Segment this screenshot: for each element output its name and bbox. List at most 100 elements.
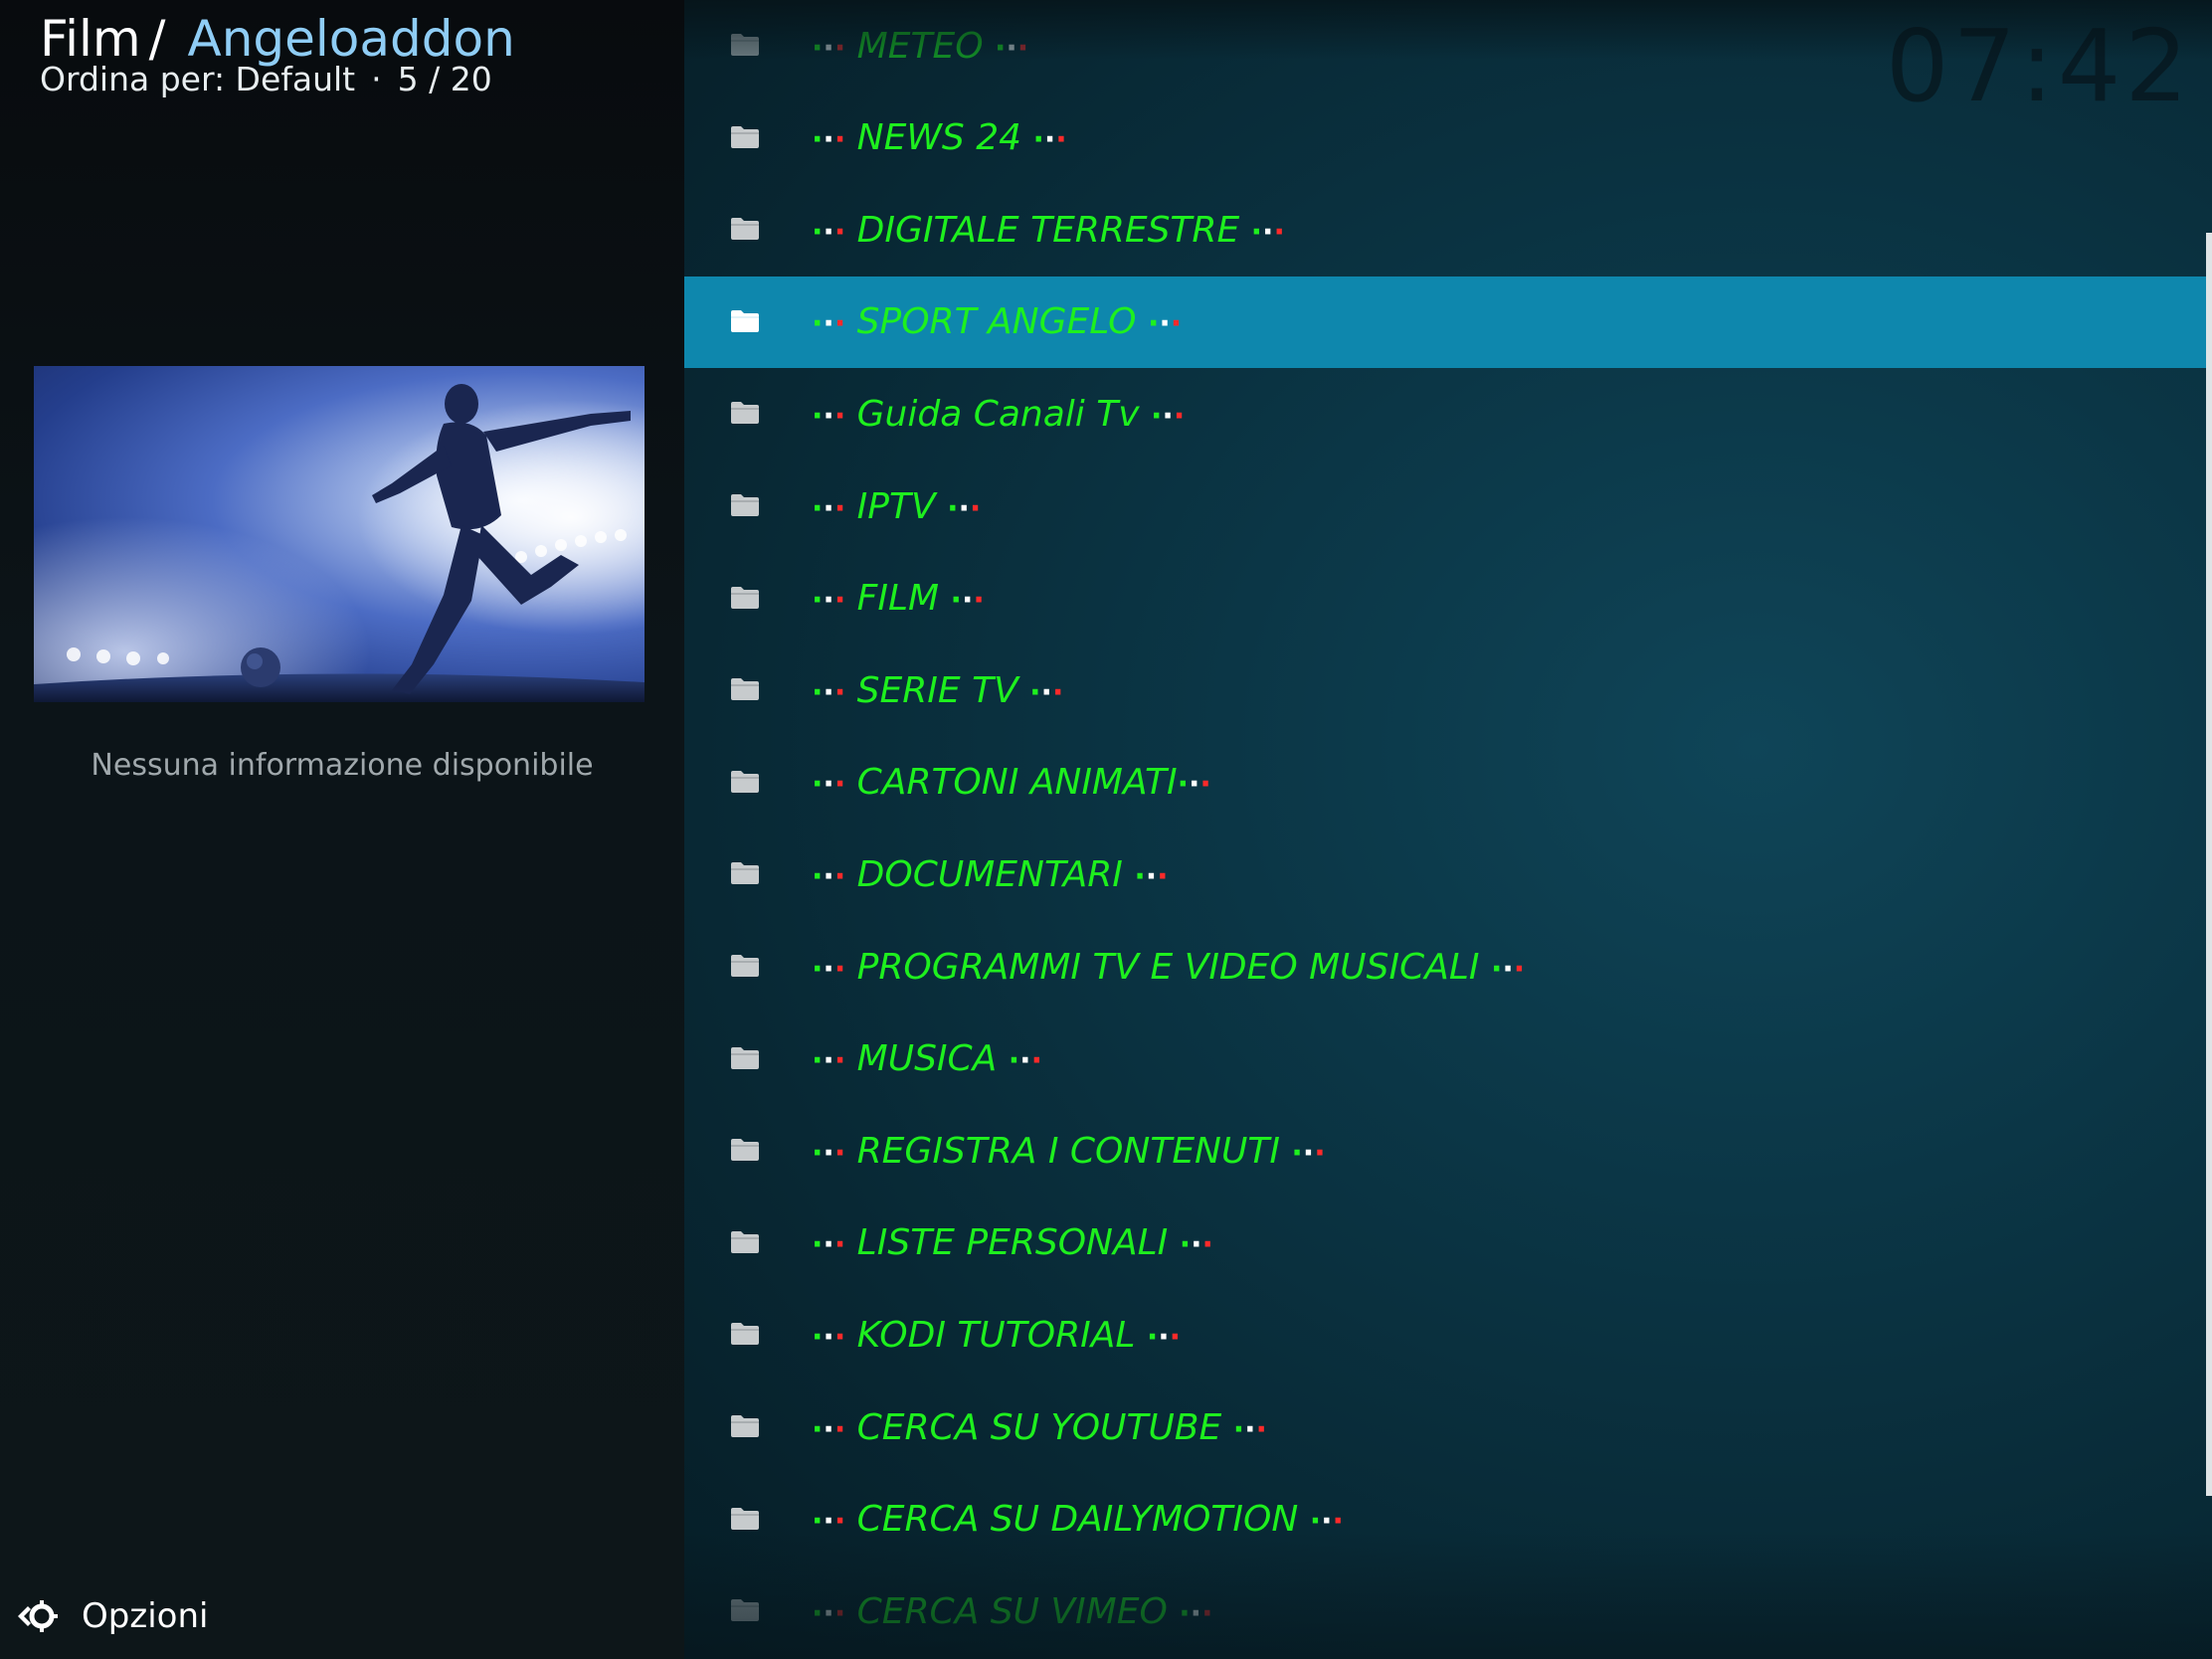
list-item[interactable]: ··· REGISTRA I CONTENUTI ··· bbox=[684, 1105, 2206, 1197]
list-item-label: PROGRAMMI TV E VIDEO MUSICALI bbox=[845, 946, 1491, 988]
folder-icon bbox=[731, 770, 759, 793]
decoration-dots: ··· bbox=[1032, 122, 1067, 158]
content-list-panel: 07:42 ··· METEO ··· ··· NEWS 24 ··· ··· DI… bbox=[684, 0, 2212, 1659]
decoration-dots: ··· bbox=[812, 398, 846, 434]
list-item[interactable]: ··· DOCUMENTARI ··· bbox=[684, 829, 2206, 920]
folder-icon bbox=[731, 678, 759, 701]
sort-info: Ordina per: Default · 5 / 20 bbox=[40, 60, 492, 98]
list-item[interactable]: ··· FILM ··· bbox=[684, 553, 2206, 645]
list-item[interactable]: ··· SERIE TV ··· bbox=[684, 645, 2206, 736]
list-item-label: DOCUMENTARI bbox=[845, 853, 1135, 895]
list-item[interactable]: ··· NEWS 24 ··· bbox=[684, 92, 2206, 184]
list-item-label-line: ··· PROGRAMMI TV E VIDEO MUSICALI ··· bbox=[812, 947, 1525, 988]
list-item-label: CERCA SU VIMEO bbox=[845, 1590, 1180, 1632]
list-item-label-line: ··· DIGITALE TERRESTRE ··· bbox=[812, 210, 1285, 251]
list-item-label: SPORT ANGELO bbox=[845, 301, 1148, 343]
list-item[interactable]: ··· LISTE PERSONALI ··· bbox=[684, 1198, 2206, 1289]
list-item[interactable]: ··· KODI TUTORIAL ··· bbox=[684, 1289, 2206, 1381]
options-label: Opzioni bbox=[82, 1596, 209, 1636]
list-item[interactable]: ··· PROGRAMMI TV E VIDEO MUSICALI ··· bbox=[684, 921, 2206, 1013]
folder-icon bbox=[731, 494, 759, 516]
decoration-dots: ··· bbox=[1179, 1227, 1213, 1263]
folder-icon bbox=[731, 586, 759, 609]
decoration-dots: ··· bbox=[1177, 767, 1211, 803]
list-item[interactable]: ··· CERCA SU DAILYMOTION ··· bbox=[684, 1474, 2206, 1566]
folder-icon bbox=[731, 218, 759, 241]
list-item-label: FILM bbox=[845, 578, 951, 620]
list-item[interactable]: ··· IPTV ··· bbox=[684, 461, 2206, 552]
sort-label: Ordina per: Default bbox=[40, 60, 356, 98]
decoration-dots: ··· bbox=[812, 1319, 846, 1355]
football-player-image bbox=[34, 366, 645, 702]
options-button[interactable]: Opzioni bbox=[14, 1591, 208, 1641]
decoration-dots: ··· bbox=[812, 674, 846, 710]
decoration-dots: ··· bbox=[812, 490, 846, 526]
list-item-label-line: ··· IPTV ··· bbox=[812, 486, 981, 527]
item-position: 5 / 20 bbox=[397, 60, 492, 98]
decoration-dots: ··· bbox=[812, 30, 846, 66]
folder-icon bbox=[731, 1230, 759, 1253]
decoration-dots: ··· bbox=[812, 214, 846, 250]
fanart-thumbnail bbox=[34, 366, 645, 702]
list-item[interactable]: ··· CERCA SU YOUTUBE ··· bbox=[684, 1382, 2206, 1473]
list-item-label-line: ··· NEWS 24 ··· bbox=[812, 117, 1067, 158]
list-item[interactable]: ··· CERCA SU VIMEO ··· bbox=[684, 1566, 2206, 1657]
folder-icon bbox=[731, 955, 759, 977]
no-info-text: Nessuna informazione disponibile bbox=[91, 748, 594, 783]
decoration-dots: ··· bbox=[812, 1411, 846, 1447]
list-item-label: NEWS 24 bbox=[845, 117, 1033, 159]
list-item-label: SERIE TV bbox=[845, 669, 1030, 711]
decoration-dots: ··· bbox=[1134, 858, 1169, 894]
list-item-label-line: ··· FILM ··· bbox=[812, 578, 985, 619]
kodi-window: Film / Angeloaddon Ordina per: Default · 5 /… bbox=[0, 0, 2212, 1659]
folder-icon bbox=[731, 1415, 759, 1437]
decoration-dots: ··· bbox=[812, 1595, 846, 1631]
decoration-dots: ··· bbox=[1147, 306, 1183, 342]
decoration-dots: ··· bbox=[1151, 398, 1186, 434]
list-item-label: CARTONI ANIMATI bbox=[845, 762, 1178, 804]
folder-icon bbox=[731, 1507, 759, 1530]
decoration-dots: ··· bbox=[812, 306, 846, 342]
decoration-dots: ··· bbox=[994, 30, 1029, 66]
decoration-dots: ··· bbox=[812, 583, 846, 619]
decoration-dots: ··· bbox=[812, 122, 846, 158]
list-item-label-line: ··· SPORT ANGELO ··· bbox=[812, 301, 1182, 342]
decoration-dots: ··· bbox=[947, 490, 982, 526]
list-item[interactable]: ··· METEO ··· bbox=[684, 0, 2206, 92]
decoration-dots: ··· bbox=[1309, 1504, 1344, 1540]
decoration-dots: ··· bbox=[1490, 951, 1526, 987]
folder-icon bbox=[731, 125, 759, 148]
list-item-label: CERCA SU DAILYMOTION bbox=[845, 1499, 1310, 1541]
decoration-dots: ··· bbox=[812, 951, 846, 987]
folder-icon bbox=[731, 1323, 759, 1346]
list-item[interactable]: ··· MUSICA ··· bbox=[684, 1014, 2206, 1105]
list-item[interactable]: ··· CARTONI ANIMATI··· bbox=[684, 737, 2206, 829]
decoration-dots: ··· bbox=[812, 1043, 846, 1079]
folder-icon bbox=[731, 862, 759, 885]
list-item-label-line: ··· CERCA SU DAILYMOTION ··· bbox=[812, 1499, 1344, 1540]
list-item-label-line: ··· CERCA SU VIMEO ··· bbox=[812, 1591, 1212, 1632]
decoration-dots: ··· bbox=[812, 1135, 846, 1171]
folder-icon bbox=[731, 1046, 759, 1069]
decoration-dots: ··· bbox=[1146, 1319, 1182, 1355]
list-item-label-line: ··· METEO ··· bbox=[812, 26, 1028, 67]
list-item-label: MUSICA bbox=[845, 1038, 1009, 1080]
list-item[interactable]: ··· DIGITALE TERRESTRE ··· bbox=[684, 184, 2206, 276]
list-item-label-line: ··· SERIE TV ··· bbox=[812, 670, 1063, 711]
list-item-label: REGISTRA I CONTENUTI bbox=[845, 1130, 1292, 1172]
list-item-label-line: ··· CERCA SU YOUTUBE ··· bbox=[812, 1407, 1267, 1448]
list-item-label-line: ··· CARTONI ANIMATI··· bbox=[812, 762, 1211, 803]
decoration-dots: ··· bbox=[1291, 1135, 1326, 1171]
list-item-label: DIGITALE TERRESTRE bbox=[845, 209, 1251, 251]
list-item-label: CERCA SU YOUTUBE bbox=[845, 1406, 1233, 1448]
list-item-label-line: ··· MUSICA ··· bbox=[812, 1038, 1042, 1079]
decoration-dots: ··· bbox=[1029, 674, 1064, 710]
folder-icon bbox=[731, 309, 759, 332]
decoration-dots: ··· bbox=[812, 858, 846, 894]
decoration-dots: ··· bbox=[1232, 1411, 1267, 1447]
list-item[interactable]: ··· SPORT ANGELO ··· bbox=[684, 276, 2206, 368]
list-item-label-line: ··· LISTE PERSONALI ··· bbox=[812, 1222, 1213, 1263]
list-scrollbar[interactable] bbox=[2206, 233, 2212, 1496]
decoration-dots: ··· bbox=[1179, 1595, 1213, 1631]
list-item[interactable]: ··· Guida Canali Tv ··· bbox=[684, 368, 2206, 460]
